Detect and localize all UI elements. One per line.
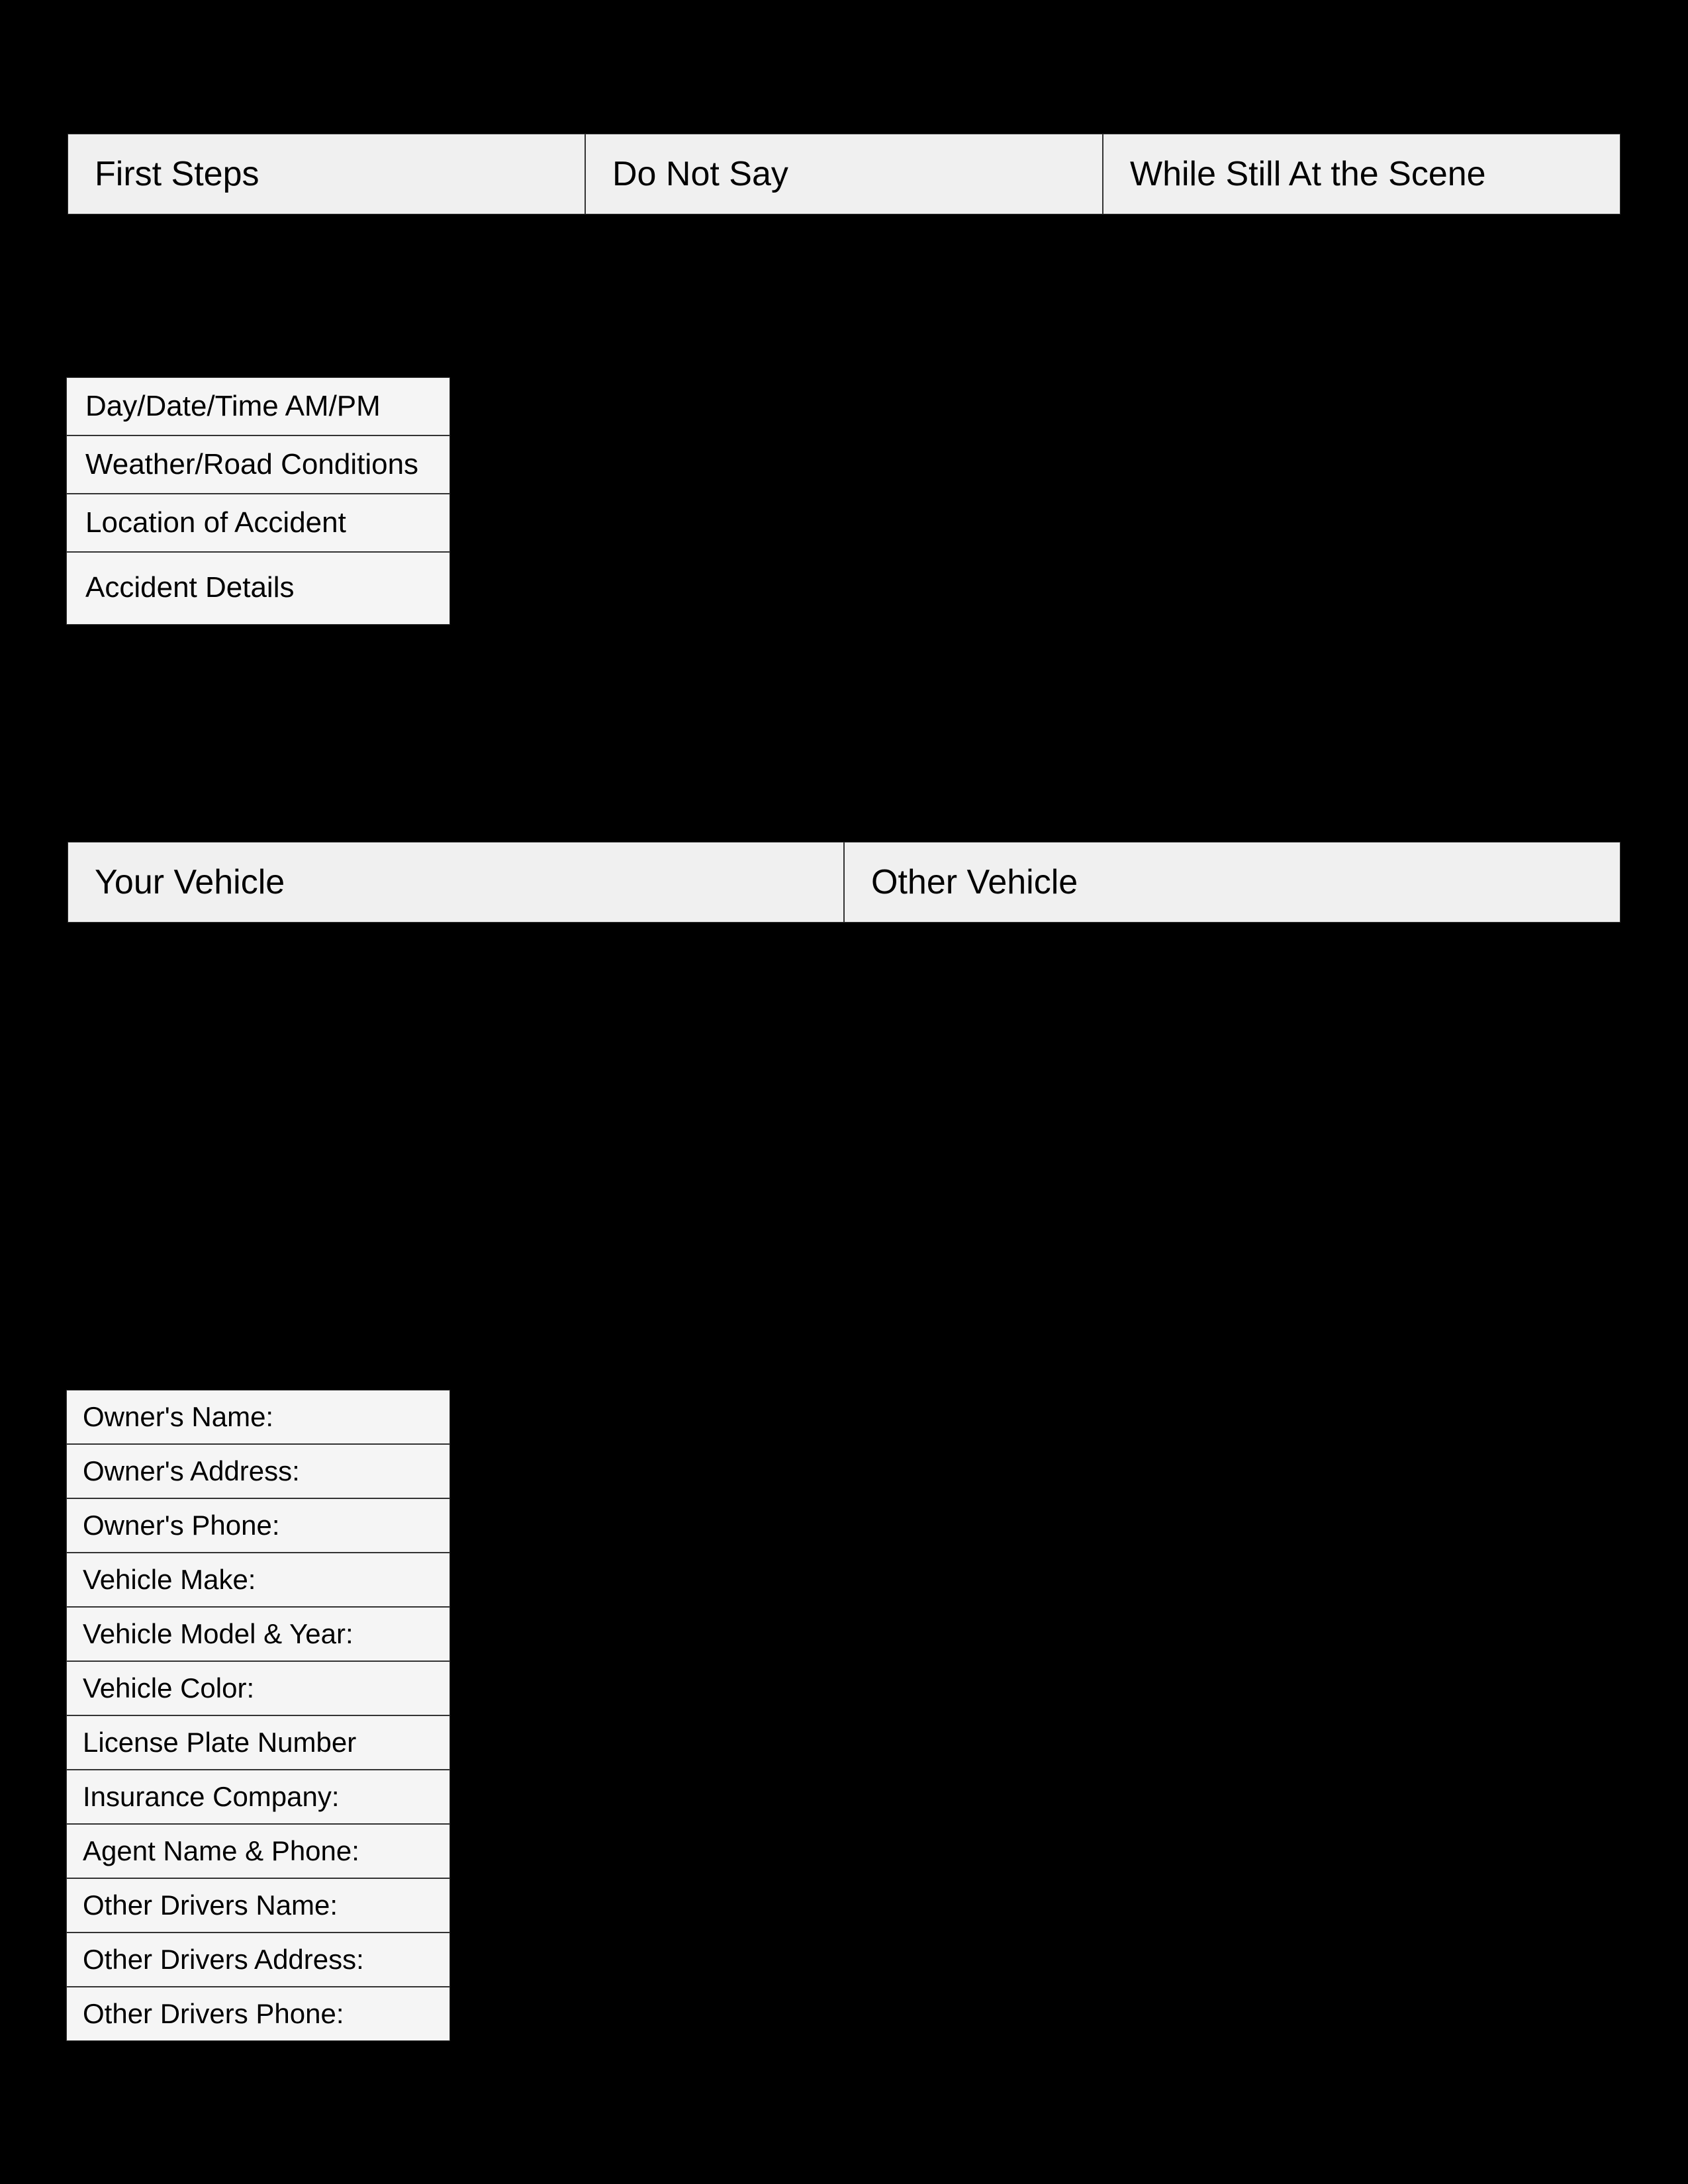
info-accident-details: Accident Details: [66, 552, 450, 625]
info-location: Location of Accident: [66, 494, 450, 552]
tab-your-vehicle[interactable]: Your Vehicle: [68, 842, 844, 923]
tab-while-at-scene[interactable]: While Still At the Scene: [1103, 134, 1620, 214]
page-container: First Steps Do Not Say While Still At th…: [0, 0, 1688, 2184]
field-vehicle-model-year: Vehicle Model & Year:: [66, 1607, 450, 1661]
field-other-drivers-name: Other Drivers Name:: [66, 1878, 450, 1933]
tab-first-steps[interactable]: First Steps: [68, 134, 585, 214]
field-vehicle-color: Vehicle Color:: [66, 1661, 450, 1715]
vehicle-tabs: Your Vehicle Other Vehicle: [66, 841, 1622, 924]
field-owners-phone: Owner's Phone:: [66, 1498, 450, 1553]
field-owners-name: Owner's Name:: [66, 1390, 450, 1444]
field-other-drivers-address: Other Drivers Address:: [66, 1933, 450, 1987]
form-section: Owner's Name: Owner's Address: Owner's P…: [66, 1390, 450, 2041]
field-owners-address: Owner's Address:: [66, 1444, 450, 1498]
field-insurance-company: Insurance Company:: [66, 1770, 450, 1824]
field-other-drivers-phone: Other Drivers Phone:: [66, 1987, 450, 2041]
field-agent-name-phone: Agent Name & Phone:: [66, 1824, 450, 1878]
tab-do-not-say[interactable]: Do Not Say: [585, 134, 1103, 214]
field-vehicle-make: Vehicle Make:: [66, 1553, 450, 1607]
tab-other-vehicle[interactable]: Other Vehicle: [844, 842, 1620, 923]
info-day-date-time: Day/Date/Time AM/PM: [66, 377, 450, 435]
info-weather-road: Weather/Road Conditions: [66, 435, 450, 494]
field-license-plate: License Plate Number: [66, 1715, 450, 1770]
info-section: Day/Date/Time AM/PM Weather/Road Conditi…: [66, 377, 450, 625]
top-tabs: First Steps Do Not Say While Still At th…: [66, 132, 1622, 216]
